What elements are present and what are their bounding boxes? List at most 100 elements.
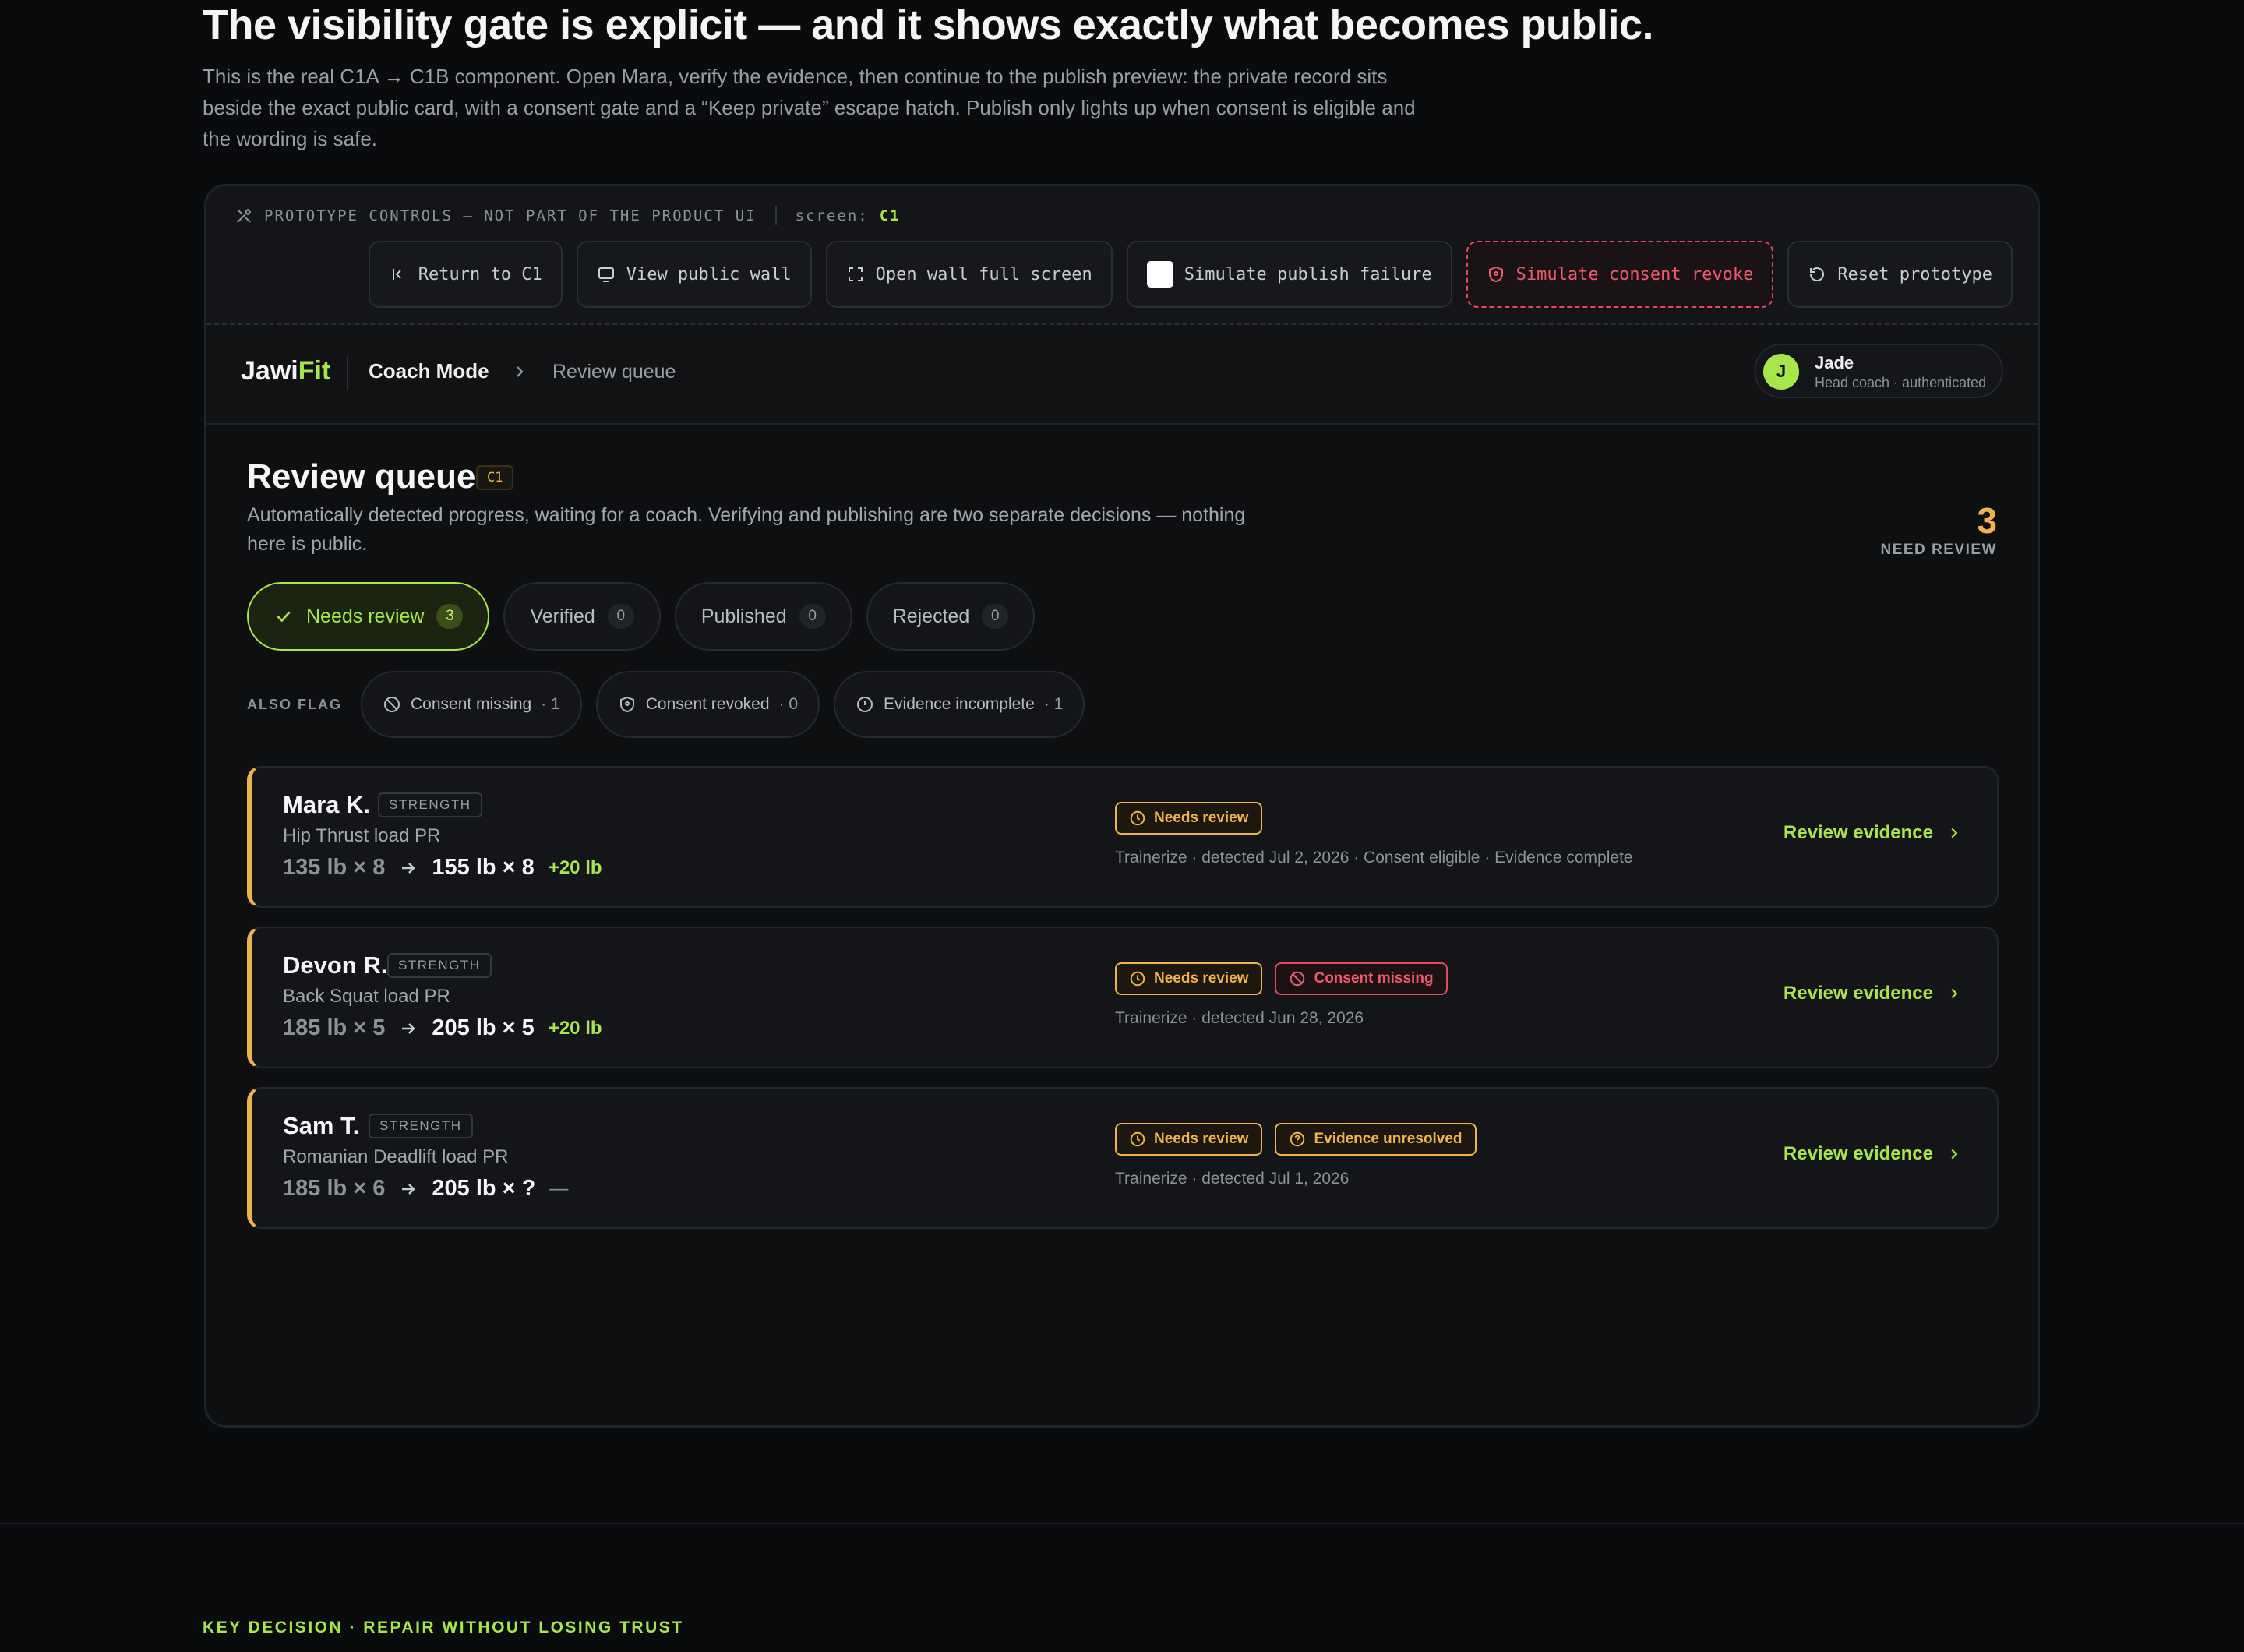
review-evidence-link[interactable]: Review evidence: [1784, 1143, 1963, 1165]
return-button[interactable]: Return to C1: [368, 241, 563, 308]
screen-value: C1: [879, 207, 901, 224]
badge-label: Evidence unresolved: [1314, 1131, 1462, 1147]
return-icon: [392, 269, 401, 280]
tools-icon: [237, 208, 252, 223]
review-evidence-link[interactable]: Review evidence: [1784, 983, 1963, 1004]
need-review-count: 3: [1977, 500, 1997, 541]
item-meta: Trainerize · detected Jul 1, 2026: [1115, 1170, 1350, 1188]
ban-icon: [1290, 971, 1305, 987]
badge-label: Needs review: [1154, 970, 1249, 987]
return-button-label: Return to C1: [418, 264, 542, 284]
chevron-right-icon: [517, 366, 524, 377]
flag-count: · 1: [541, 695, 560, 713]
lift-values: 185 lb × 6 205 lb × ? —: [283, 1176, 568, 1202]
user-menu[interactable]: J Jade Head coach · authenticated: [1754, 344, 2003, 398]
prototype-label: PROTOTYPE CONTROLS — NOT PART OF THE PRO…: [235, 202, 901, 230]
prototype-frame: PROTOTYPE CONTROLS — NOT PART OF THE PRO…: [204, 184, 2040, 1428]
flag-consent-revoked[interactable]: Consent revoked · 0: [595, 671, 820, 738]
info-icon: [857, 697, 873, 712]
simulate-failure-toggle[interactable]: Simulate publish failure: [1126, 241, 1452, 308]
review-item-mara[interactable]: Mara K. STRENGTH Hip Thrust load PR 135 …: [247, 766, 1999, 908]
ban-icon: [384, 697, 400, 712]
section-divider: [0, 1523, 2244, 1524]
prototype-controls: PROTOTYPE CONTROLS — NOT PART OF THE PRO…: [206, 186, 2038, 325]
reset-button[interactable]: Reset prototype: [1787, 241, 2013, 308]
lift-name: Back Squat load PR: [283, 986, 450, 1007]
arrow-right-icon: [402, 1183, 416, 1195]
delta-value: +20 lb: [548, 1017, 602, 1039]
flag-filters: ALSO FLAG Consent missing · 1 Consent re…: [247, 671, 1085, 738]
badge-label: Needs review: [1154, 810, 1249, 826]
delta-value: —: [549, 1177, 569, 1199]
shield-icon: [1488, 266, 1503, 283]
simulate-revoke-label: Simulate consent revoke: [1515, 264, 1754, 284]
to-value: 205 lb × 5: [432, 1015, 535, 1040]
flag-count: · 1: [1043, 695, 1064, 713]
view-wall-button-label: View public wall: [626, 264, 792, 284]
simulate-failure-label: Simulate publish failure: [1184, 264, 1432, 284]
to-value: 155 lb × 8: [432, 855, 535, 880]
tab-count: 0: [607, 604, 634, 629]
simulate-failure-checkbox[interactable]: [1146, 261, 1173, 288]
brand-name: Jawi: [241, 356, 298, 386]
reset-button-label: Reset prototype: [1837, 264, 1992, 284]
coach-mode-link[interactable]: Coach Mode: [369, 359, 489, 383]
app-header: JawiFit Coach Mode Review queue J Jade H…: [206, 325, 2038, 425]
action-label: Review evidence: [1783, 1143, 1933, 1164]
flag-label: Consent missing: [411, 695, 532, 713]
tab-rejected[interactable]: Rejected 0: [866, 582, 1036, 651]
chevron-right-icon: [1951, 988, 1958, 999]
athlete-name: Devon R.: [283, 951, 388, 979]
flag-consent-missing[interactable]: Consent missing · 1: [361, 671, 582, 738]
lift-values: 185 lb × 5 205 lb × 5 +20 lb: [283, 1015, 602, 1041]
tab-count: 3: [436, 604, 464, 629]
divider: [774, 206, 777, 225]
arrow-right-icon: [402, 862, 416, 874]
tab-label: Rejected: [892, 605, 970, 627]
lift-values: 135 lb × 8 155 lb × 8 +20 lb: [283, 855, 602, 881]
flag-evidence-incomplete[interactable]: Evidence incomplete · 1: [834, 671, 1085, 738]
simulate-revoke-button[interactable]: Simulate consent revoke: [1466, 241, 1774, 308]
status-badges: Needs review Consent missing: [1115, 962, 1448, 995]
flags-title: ALSO FLAG: [247, 696, 342, 712]
queue-title: Review queue: [247, 457, 476, 496]
fullscreen-icon: [848, 267, 863, 281]
tab-verified[interactable]: Verified 0: [503, 582, 661, 651]
action-label: Review evidence: [1783, 822, 1933, 843]
flag-label: Consent revoked: [645, 695, 770, 713]
brand-logo[interactable]: JawiFit: [241, 356, 330, 387]
to-value: 205 lb × ?: [432, 1176, 536, 1201]
screen-label: screen:: [795, 207, 869, 224]
lift-name: Hip Thrust load PR: [283, 825, 441, 846]
flag-count: · 0: [778, 695, 799, 713]
reset-icon: [1810, 267, 1825, 281]
breadcrumb-current: Review queue: [552, 361, 676, 383]
chevron-right-icon: [1951, 1149, 1958, 1160]
delta-value: +20 lb: [548, 856, 602, 878]
from-value: 185 lb × 5: [283, 1015, 386, 1040]
status-badge: Needs review: [1115, 962, 1263, 995]
nav-divider: [347, 356, 348, 390]
tab-published[interactable]: Published 0: [674, 582, 852, 651]
avatar: J: [1763, 354, 1799, 390]
review-evidence-link[interactable]: Review evidence: [1784, 822, 1963, 844]
need-review-label: NEED REVIEW: [1880, 542, 1997, 558]
user-role: Head coach · authenticated: [1815, 375, 1987, 390]
from-value: 185 lb × 6: [283, 1176, 386, 1201]
open-full-screen-label: Open wall full screen: [875, 264, 1092, 284]
tab-label: Published: [700, 605, 787, 627]
review-item-sam[interactable]: Sam T. STRENGTH Romanian Deadlift load P…: [247, 1087, 1999, 1229]
from-value: 135 lb × 8: [283, 855, 386, 880]
category-tag: STRENGTH: [387, 953, 492, 978]
tab-needs-review[interactable]: Needs review 3: [247, 582, 490, 651]
review-item-devon[interactable]: Devon R. STRENGTH Back Squat load PR 185…: [247, 927, 1999, 1068]
status-badges: Needs review Evidence unresolved: [1115, 1123, 1477, 1156]
status-badge-error: Consent missing: [1275, 962, 1448, 995]
chevron-right-icon: [1951, 828, 1958, 838]
tab-count: 0: [982, 604, 1009, 629]
status-tabs: Needs review 3 Verified 0 Published 0 Re…: [247, 582, 1036, 651]
athlete-name: Sam T.: [283, 1112, 360, 1139]
tab-label: Verified: [530, 605, 595, 627]
open-full-screen-button[interactable]: Open wall full screen: [825, 241, 1113, 308]
view-wall-button[interactable]: View public wall: [576, 241, 812, 308]
